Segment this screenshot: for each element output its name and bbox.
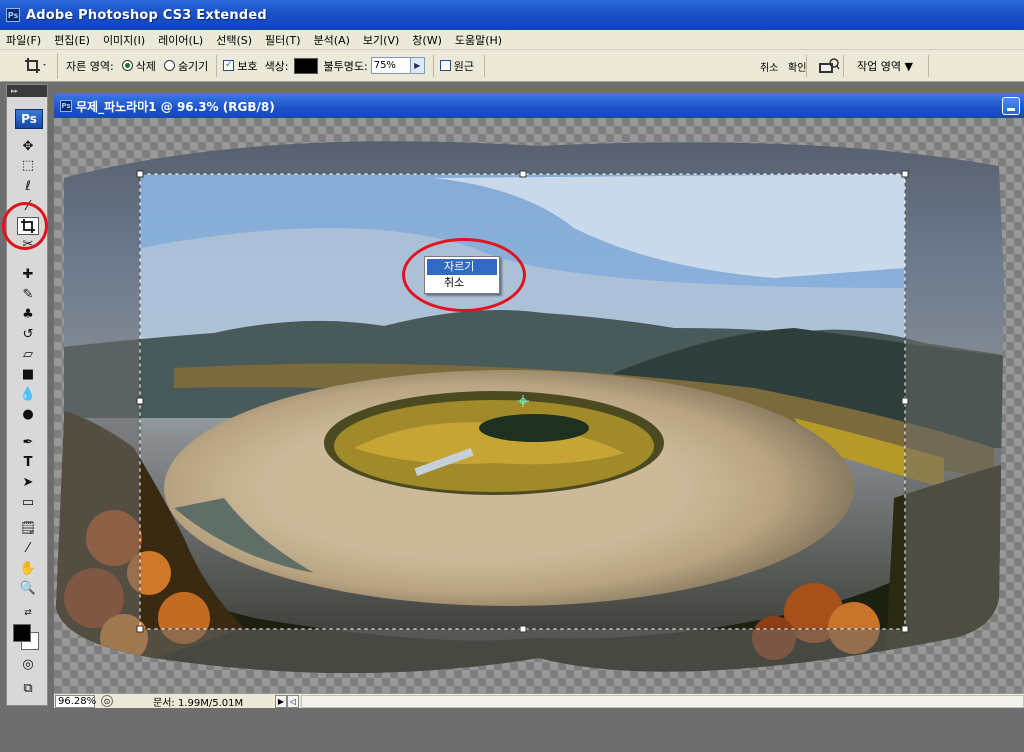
menu-analysis[interactable]: 분석(A): [314, 32, 350, 48]
history-brush-tool-icon[interactable]: ↺: [17, 325, 39, 343]
menu-bar: 파일(F) 편집(E) 이미지(I) 레이어(L) 선택(S) 필터(T) 분석…: [0, 30, 1024, 50]
minimize-icon: [1007, 108, 1015, 111]
crop-context-menu: 자르기 취소: [424, 256, 500, 294]
crop-tool-icon[interactable]: [17, 217, 39, 235]
menu-select[interactable]: 선택(S): [216, 32, 252, 48]
status-info-icon[interactable]: ⊙: [101, 695, 113, 707]
document-statusbar: 96.28% ⊙ 문서: 1.99M/5.01M ▶ ◁: [54, 693, 1024, 709]
delete-radio[interactable]: 삭제: [121, 58, 156, 74]
opacity-slider-toggle[interactable]: ▶: [410, 57, 425, 74]
magic-wand-tool-icon[interactable]: ⁄: [17, 197, 39, 215]
divider: [483, 54, 485, 77]
document-title: 무제_파노라마1 @ 96.3% (RGB/8): [76, 99, 275, 114]
checkmark-icon: ✓: [223, 60, 235, 71]
context-item-crop[interactable]: 자르기: [427, 259, 497, 275]
menu-help[interactable]: 도움말(H): [455, 32, 502, 48]
menu-edit[interactable]: 편집(E): [54, 32, 90, 48]
menu-file[interactable]: 파일(F): [6, 32, 41, 48]
context-item-cancel[interactable]: 취소: [427, 275, 497, 291]
lasso-tool-icon[interactable]: ℓ: [17, 177, 39, 195]
dropdown-arrow-icon: ▼: [904, 60, 913, 73]
clone-stamp-tool-icon[interactable]: ♣: [17, 305, 39, 323]
menu-window[interactable]: 창(W): [412, 32, 442, 48]
marquee-tool-icon[interactable]: ⬚: [17, 156, 39, 174]
blur-tool-icon[interactable]: 💧: [17, 385, 39, 403]
options-bar: 자른 영역: 삭제 숨기기 ✓ 보호 색상: 불투명도: 75% ▶ 원근 취소…: [0, 50, 1024, 82]
quick-mask-icon[interactable]: ◎: [17, 655, 39, 673]
app-titlebar: Ps Adobe Photoshop CS3 Extended: [0, 0, 1024, 30]
cancel-crop-button[interactable]: 취소: [760, 59, 778, 74]
crop-glyph-icon: [21, 219, 35, 233]
divider: [216, 54, 218, 77]
unchecked-box-icon: [439, 60, 451, 71]
delete-label: 삭제: [135, 59, 156, 73]
document-canvas[interactable]: [54, 118, 1024, 693]
foreground-color-swatch[interactable]: [13, 624, 31, 642]
document-window: Ps 무제_파노라마1 @ 96.3% (RGB/8) 96.28% ⊙ 문서:…: [54, 94, 1024, 709]
hide-radio[interactable]: 숨기기: [163, 58, 209, 74]
menu-image[interactable]: 이미지(I): [103, 32, 145, 48]
horizontal-scrollbar[interactable]: [301, 694, 1024, 708]
ps-app-icon: Ps: [6, 8, 20, 22]
tool-preset-picker[interactable]: [14, 52, 58, 79]
ps-logo[interactable]: Ps: [15, 109, 43, 129]
eraser-tool-icon[interactable]: ▱: [17, 345, 39, 363]
divider: [843, 55, 844, 77]
file-browser-button[interactable]: [818, 57, 840, 78]
hand-tool-icon[interactable]: ✋: [17, 559, 39, 577]
slice-tool-icon[interactable]: ✂: [17, 235, 39, 253]
workspace-menu[interactable]: 작업 영역 ▼: [857, 58, 913, 74]
shield-color-swatch[interactable]: [293, 57, 318, 74]
color-label: 색상:: [264, 59, 289, 73]
document-titlebar[interactable]: Ps 무제_파노라마1 @ 96.3% (RGB/8): [54, 94, 1024, 118]
move-tool-icon[interactable]: ✥: [17, 137, 39, 155]
eyedropper-tool-icon[interactable]: ⁄: [17, 539, 39, 557]
opacity-label: 불투명도:: [323, 59, 368, 73]
document-icon: Ps: [60, 100, 72, 112]
perspective-checkbox[interactable]: 원근: [439, 58, 474, 74]
notes-tool-icon[interactable]: 🗒: [17, 519, 39, 537]
type-tool-icon[interactable]: T: [17, 453, 39, 471]
menu-filter[interactable]: 필터(T): [265, 32, 301, 48]
tools-palette: ▸▸ Ps ✥ ⬚ ℓ ⁄ ✂ ✚ ✎ ♣ ↺ ▱ ■ 💧 ● ✒ T ➤ ▭ …: [6, 84, 48, 706]
dodge-tool-icon[interactable]: ●: [17, 405, 39, 423]
file-browser-icon: [819, 58, 840, 73]
crop-area-label: 자른 영역:: [66, 59, 114, 73]
menu-layer[interactable]: 레이어(L): [158, 32, 203, 48]
status-menu-arrow-icon[interactable]: ▶: [275, 694, 287, 708]
workspace-label: 작업 영역: [857, 60, 901, 73]
shield-checkbox[interactable]: ✓ 보호: [223, 58, 258, 74]
divider: [432, 54, 434, 77]
app-title: Adobe Photoshop CS3 Extended: [26, 7, 267, 23]
path-selection-tool-icon[interactable]: ➤: [17, 473, 39, 491]
crop-tool-icon: [24, 57, 46, 73]
divider: [928, 55, 929, 77]
gradient-tool-icon[interactable]: ■: [17, 365, 39, 383]
radio-off-icon: [163, 60, 175, 71]
scroll-left-icon[interactable]: ◁: [287, 694, 299, 708]
brush-tool-icon[interactable]: ✎: [17, 285, 39, 303]
divider: [806, 55, 807, 77]
confirm-crop-button[interactable]: 확인: [788, 59, 806, 74]
zoom-level-field[interactable]: 96.28%: [55, 694, 96, 708]
shape-tool-icon[interactable]: ▭: [17, 493, 39, 511]
zoom-tool-icon[interactable]: 🔍: [17, 579, 39, 597]
swap-colors-icon[interactable]: ⇄: [17, 604, 39, 622]
healing-brush-tool-icon[interactable]: ✚: [17, 265, 39, 283]
pen-tool-icon[interactable]: ✒: [17, 433, 39, 451]
palette-collapse-icon[interactable]: ▸▸: [7, 85, 47, 97]
screen-mode-icon[interactable]: ⧉: [17, 679, 39, 697]
radio-on-icon: [121, 60, 133, 71]
minimize-button[interactable]: [1002, 97, 1020, 115]
panorama-image: [54, 118, 1024, 693]
document-size-info: 문서: 1.99M/5.01M: [153, 697, 244, 709]
shield-label: 보호: [237, 59, 258, 73]
hide-label: 숨기기: [177, 59, 209, 73]
perspective-label: 원근: [453, 59, 474, 73]
menu-view[interactable]: 보기(V): [363, 32, 399, 48]
opacity-input[interactable]: 75%: [370, 57, 411, 74]
